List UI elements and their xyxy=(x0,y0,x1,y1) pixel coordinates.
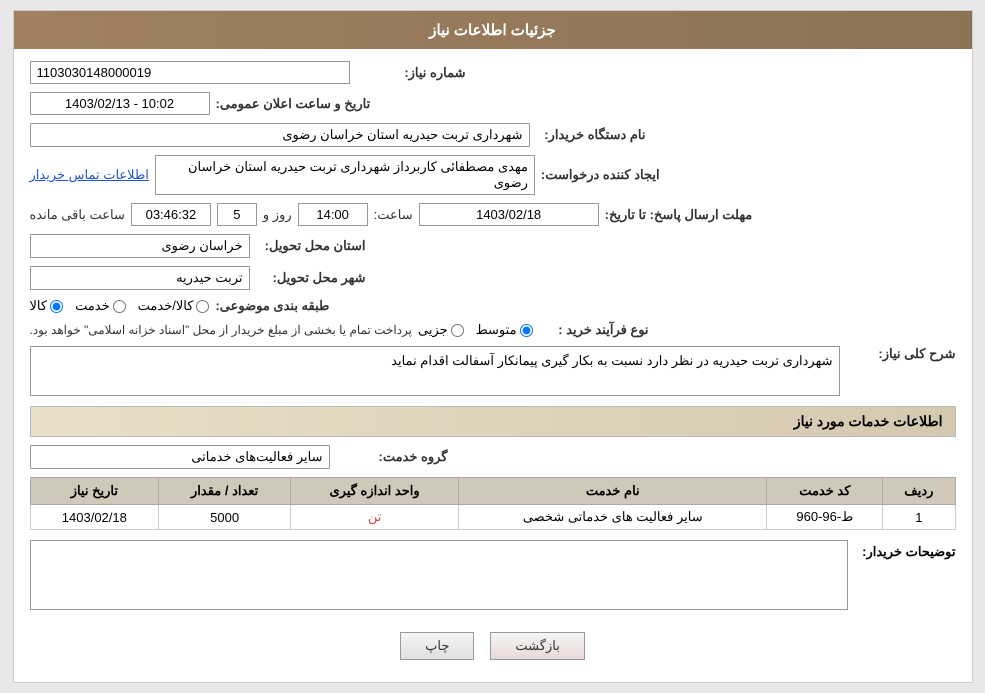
category-option-service[interactable]: خدمت xyxy=(75,298,126,314)
cell-date: 1403/02/18 xyxy=(30,505,159,530)
city-label: شهر محل تحویل: xyxy=(256,270,366,286)
notes-value xyxy=(30,540,848,610)
deadline-time-label: ساعت: xyxy=(374,207,413,223)
date-label: تاریخ و ساعت اعلان عمومی: xyxy=(216,96,371,112)
cell-index: 1 xyxy=(883,505,955,530)
category-option-goods-label: کالا xyxy=(30,298,48,314)
deadline-label: مهلت ارسال پاسخ: تا تاریخ: xyxy=(605,207,753,223)
province-value: خراسان رضوی xyxy=(30,234,250,258)
deadline-time: 14:00 xyxy=(298,203,368,226)
purchase-type-medium-label: متوسط xyxy=(476,322,517,338)
cell-unit: تن xyxy=(291,505,459,530)
category-option-goods-services[interactable]: کالا/خدمت xyxy=(138,298,210,314)
category-option-goods[interactable]: کالا xyxy=(30,298,64,314)
cell-quantity: 5000 xyxy=(159,505,291,530)
category-radio-group: کالا/خدمت خدمت کالا xyxy=(30,298,210,314)
services-section-title: اطلاعات خدمات مورد نیاز xyxy=(30,406,956,437)
category-radio-goods[interactable] xyxy=(50,300,63,313)
col-name: نام خدمت xyxy=(459,478,767,505)
creator-value: مهدی مصطفائی کاربرداز شهرداری تربت حیدری… xyxy=(155,155,535,195)
category-label: طبقه بندی موضوعی: xyxy=(215,298,329,314)
need-number-value: 1103030148000019 xyxy=(30,61,350,84)
purchase-type-small[interactable]: جزیی xyxy=(418,322,464,338)
date-value: 1403/02/13 - 10:02 xyxy=(30,92,210,115)
category-radio-goods-services[interactable] xyxy=(196,300,209,313)
purchase-type-radio-group: متوسط جزیی xyxy=(418,322,533,338)
province-label: استان محل تحویل: xyxy=(256,238,366,254)
purchase-type-radio-medium[interactable] xyxy=(520,324,533,337)
deadline-days: 5 xyxy=(217,203,257,226)
cell-code: ط-96-960 xyxy=(767,505,883,530)
remaining-time: 03:46:32 xyxy=(131,203,211,226)
print-button[interactable]: چاپ xyxy=(400,632,474,660)
purchase-notice: پرداخت تمام یا بخشی از مبلغ خریدار از مح… xyxy=(30,323,413,337)
need-number-label: شماره نیاز: xyxy=(356,65,466,81)
back-button[interactable]: بازگشت xyxy=(490,632,584,660)
buyer-org-value: شهرداری تربت حیدریه استان خراسان رضوی xyxy=(30,123,530,147)
remaining-label: ساعت باقی مانده xyxy=(30,207,125,223)
col-code: کد خدمت xyxy=(767,478,883,505)
city-value: تربت حیدریه xyxy=(30,266,250,290)
col-date: تاریخ نیاز xyxy=(30,478,159,505)
cell-name: سایر فعالیت های خدماتی شخصی xyxy=(459,505,767,530)
category-radio-service[interactable] xyxy=(113,300,126,313)
col-quantity: تعداد / مقدار xyxy=(159,478,291,505)
purchase-type-label: نوع فرآیند خرید : xyxy=(539,322,649,338)
creator-label: ایجاد کننده درخواست: xyxy=(541,167,660,183)
buyer-org-label: نام دستگاه خریدار: xyxy=(536,127,646,143)
category-option-service-label: خدمت xyxy=(75,298,110,314)
deadline-date: 1403/02/18 xyxy=(419,203,599,226)
col-index: ردیف xyxy=(883,478,955,505)
deadline-days-label: روز و xyxy=(263,207,292,223)
page-title: جزئیات اطلاعات نیاز xyxy=(14,11,972,49)
col-unit: واحد اندازه گیری xyxy=(291,478,459,505)
purchase-type-medium[interactable]: متوسط xyxy=(476,322,533,338)
notes-label: توضیحات خریدار: xyxy=(856,540,956,560)
description-label: شرح کلی نیاز: xyxy=(846,346,956,362)
purchase-type-radio-small[interactable] xyxy=(451,324,464,337)
service-group-label: گروه خدمت: xyxy=(338,449,448,465)
category-option-goods-services-label: کالا/خدمت xyxy=(138,298,194,314)
description-value: شهرداری تربت حیدریه در نظر دارد نسبت به … xyxy=(30,346,840,396)
contact-link[interactable]: اطلاعات تماس خریدار xyxy=(30,167,149,183)
buttons-row: بازگشت چاپ xyxy=(30,622,956,670)
purchase-type-small-label: جزیی xyxy=(418,322,448,338)
table-row: 1 ط-96-960 سایر فعالیت های خدماتی شخصی ت… xyxy=(30,505,955,530)
services-table: ردیف کد خدمت نام خدمت واحد اندازه گیری ت… xyxy=(30,477,956,530)
service-group-value: سایر فعالیت‌های خدماتی xyxy=(30,445,330,469)
